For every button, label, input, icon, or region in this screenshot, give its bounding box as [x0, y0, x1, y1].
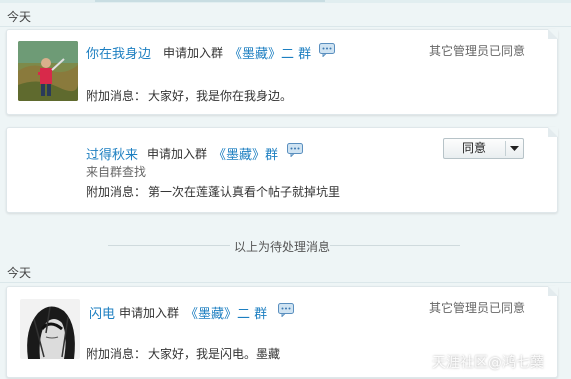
watermark: 天涯社区@鸿七蘖 — [432, 355, 544, 371]
request-action: 申请加入群 — [119, 306, 180, 320]
requester-name[interactable]: 闪电 — [89, 303, 115, 322]
message-label: 附加消息： — [86, 89, 147, 103]
group-name[interactable]: 《墨藏》群 — [213, 144, 278, 163]
day-label: 今天 — [7, 266, 32, 280]
divider-line-left — [108, 245, 230, 246]
pending-divider: 以上为待处理消息 — [0, 238, 571, 254]
chat-bubble-icon[interactable] — [319, 43, 335, 58]
group-name[interactable]: 《墨藏》二 群 — [185, 303, 267, 322]
attached-message: 第一次在莲蓬认真看个帖子就掉坑里 — [148, 185, 341, 199]
message-label: 附加消息： — [86, 185, 147, 199]
requester-name[interactable]: 过得秋来 — [86, 144, 138, 163]
dropdown-arrow-icon — [510, 146, 519, 151]
card-corner-fold — [548, 286, 558, 296]
day-label: 今天 — [7, 10, 32, 24]
request-action: 申请加入群 — [147, 147, 208, 161]
approval-status: 其它管理员已同意 — [429, 44, 526, 58]
request-action: 申请加入群 — [163, 46, 224, 60]
card-corner-fold — [548, 127, 558, 137]
agree-dropdown-button[interactable] — [506, 139, 523, 158]
divider-text: 以上为待处理消息 — [234, 240, 331, 254]
request-card: 你在我身边 申请加入群 《墨藏》二 群 其它管理员已同意 附加消息： 大家好，我… — [6, 29, 558, 115]
divider-line-right — [330, 245, 460, 246]
chat-bubble-icon[interactable] — [278, 303, 294, 318]
card-corner-fold — [548, 29, 558, 39]
avatar[interactable] — [18, 41, 78, 101]
request-source: 来自群查找 — [86, 165, 147, 179]
group-name[interactable]: 《墨藏》二 群 — [229, 43, 311, 62]
avatar[interactable] — [20, 299, 80, 359]
approval-status: 其它管理员已同意 — [429, 301, 526, 315]
top-bar-accent — [95, 0, 325, 2]
requester-name[interactable]: 你在我身边 — [86, 43, 151, 62]
request-card: 过得秋来 申请加入群 《墨藏》群 同意 来自群查找 附加消息： 第一次在莲蓬认真… — [6, 127, 558, 213]
message-label: 附加消息： — [86, 347, 147, 361]
attached-message: 大家好，我是你在我身边。 — [148, 89, 293, 103]
section-divider-line — [0, 282, 571, 283]
attached-message: 大家好，我是闪电。墨藏 — [148, 347, 281, 361]
agree-button-group: 同意 — [443, 138, 524, 159]
section-divider-line — [0, 26, 571, 27]
agree-button[interactable]: 同意 — [444, 139, 504, 158]
chat-bubble-icon[interactable] — [287, 143, 303, 158]
